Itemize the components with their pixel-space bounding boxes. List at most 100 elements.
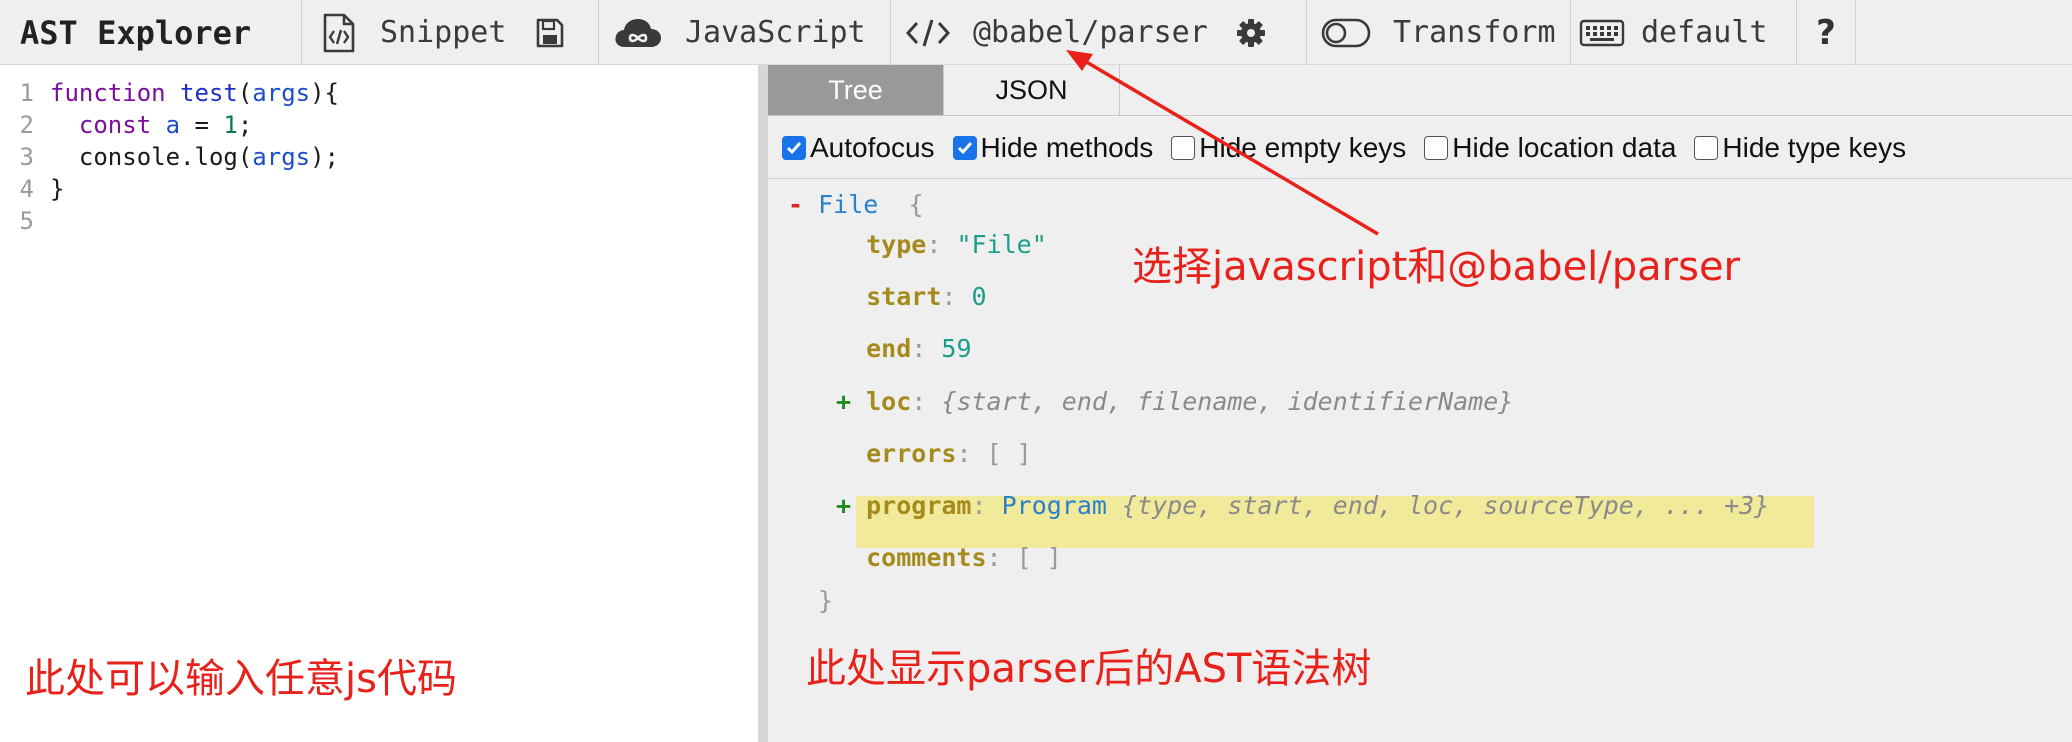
tree-row-loc[interactable]: + loc: {start, end, filename, identifier… xyxy=(836,385,1513,419)
parser-label: @babel/parser xyxy=(973,15,1208,50)
code-brackets-icon xyxy=(905,18,951,48)
file-code-icon xyxy=(322,13,356,53)
property-value: {start, end, filename, identifierName} xyxy=(941,387,1514,416)
open-brace: { xyxy=(908,190,924,219)
help-icon: ? xyxy=(1816,12,1836,53)
checkbox[interactable] xyxy=(1171,135,1196,160)
code-token: = xyxy=(180,111,224,139)
code-token: const xyxy=(78,111,152,139)
tab-json[interactable]: JSON xyxy=(944,65,1120,115)
tree-row-program[interactable]: + program: Program {type, start, end, lo… xyxy=(836,489,1769,523)
keyboard-icon xyxy=(1579,19,1625,47)
option-hide-methods[interactable]: Hide methods xyxy=(952,132,1153,164)
code-token: function xyxy=(50,79,166,107)
tree-row-start[interactable]: start: 0 xyxy=(836,280,987,314)
tree-row-end[interactable]: end: 59 xyxy=(836,332,972,366)
toggle-spacer xyxy=(836,282,851,311)
annotation-editor-note: 此处可以输入任意js代码 xyxy=(25,656,457,702)
tree-row-comments[interactable]: comments: [ ] xyxy=(836,541,1062,575)
app-title-text: AST Explorer xyxy=(20,13,252,52)
language-label: JavaScript xyxy=(685,15,866,50)
code-token: ); xyxy=(310,143,339,171)
code-token: args xyxy=(252,143,311,171)
toggle-icon xyxy=(1321,18,1371,48)
code-line[interactable]: 3 console.log(args); xyxy=(0,141,339,173)
line-number: 3 xyxy=(19,143,34,171)
toolbar: AST Explorer Snippet JavaScript @babel/p… xyxy=(0,0,2072,65)
property-key: errors xyxy=(866,439,957,468)
tree-root-row[interactable]: - File { xyxy=(788,188,924,222)
code-token: console.log( xyxy=(50,143,253,171)
property-value: 0 xyxy=(971,282,987,311)
property-key: start xyxy=(866,282,942,311)
toggle-spacer xyxy=(836,543,851,572)
option-label: Hide type keys xyxy=(1722,131,1907,163)
code-line[interactable]: 4} xyxy=(0,173,65,205)
line-number: 1 xyxy=(19,79,34,107)
expand-toggle[interactable]: + xyxy=(836,387,851,416)
code-token: args xyxy=(252,79,311,107)
property-key: loc xyxy=(866,387,912,416)
tree-row-type[interactable]: type: "File" xyxy=(836,228,1047,262)
checkbox[interactable] xyxy=(952,135,977,160)
option-label: Autofocus xyxy=(810,131,935,163)
code-line[interactable]: 1 function test(args){ xyxy=(0,77,339,109)
checkbox[interactable] xyxy=(1694,135,1719,160)
colon: : xyxy=(926,230,957,259)
parser-select[interactable]: @babel/parser xyxy=(891,0,1307,65)
colon: : xyxy=(911,334,942,363)
panel-splitter[interactable] xyxy=(758,65,768,742)
tree-options: Autofocus Hide methods Hide empty keys Hide… xyxy=(768,117,2072,179)
colon: : xyxy=(971,491,1002,520)
property-key: program xyxy=(866,491,972,520)
toggle-spacer xyxy=(836,230,851,259)
colon: : xyxy=(956,439,987,468)
language-select[interactable]: JavaScript xyxy=(599,0,891,65)
output-tabs: Tree JSON xyxy=(768,65,2072,116)
save-icon[interactable] xyxy=(536,18,564,48)
code-token: 1 xyxy=(223,111,238,139)
help-button[interactable]: ? xyxy=(1797,0,1856,65)
keymap-select[interactable]: default xyxy=(1571,0,1797,65)
collapse-toggle[interactable]: - xyxy=(788,190,803,219)
tab-tree[interactable]: Tree xyxy=(768,65,944,115)
code-editor[interactable]: 1 function test(args){2 const a = 1; 3 con… xyxy=(0,65,758,742)
code-token: ( xyxy=(237,79,253,107)
line-number: 4 xyxy=(19,175,34,203)
checkbox[interactable] xyxy=(782,135,806,160)
code-token: ){ xyxy=(310,79,339,107)
code-line[interactable]: 5 xyxy=(0,205,50,237)
toggle-spacer xyxy=(836,439,851,468)
line-number: 5 xyxy=(19,207,34,235)
option-hide-empty-keys[interactable]: Hide empty keys xyxy=(1171,132,1406,164)
option-hide-type-keys[interactable]: Hide type keys xyxy=(1694,132,1906,164)
property-value: [ ] xyxy=(986,439,1032,468)
cloud-infinity-icon xyxy=(613,16,663,50)
colon: : xyxy=(911,387,942,416)
annotation-output-note: 此处显示parser后的AST语法树 xyxy=(806,646,1372,692)
code-token: ; xyxy=(237,111,253,139)
keymap-label: default xyxy=(1641,15,1768,50)
app-title[interactable]: AST Explorer xyxy=(0,0,302,65)
code-token: a xyxy=(165,111,181,139)
checkbox[interactable] xyxy=(1424,135,1449,160)
code-line[interactable]: 2 const a = 1; xyxy=(0,109,253,141)
option-hide-location-data[interactable]: Hide location data xyxy=(1424,132,1676,164)
node-name: File xyxy=(818,190,879,219)
gear-icon[interactable] xyxy=(1236,18,1266,48)
option-autofocus[interactable]: Autofocus xyxy=(782,132,935,164)
line-number: 2 xyxy=(19,111,34,139)
option-label: Hide empty keys xyxy=(1199,131,1407,163)
close-brace: } xyxy=(818,586,834,615)
node-type: Program xyxy=(1001,491,1107,520)
expand-toggle[interactable]: + xyxy=(836,491,851,520)
property-value: 59 xyxy=(941,334,972,363)
tree-row-errors[interactable]: errors: [ ] xyxy=(836,437,1032,471)
colon: : xyxy=(941,282,972,311)
property-key: end xyxy=(866,334,912,363)
snippet-menu[interactable]: Snippet xyxy=(302,0,599,65)
transform-toggle[interactable]: Transform xyxy=(1307,0,1571,65)
